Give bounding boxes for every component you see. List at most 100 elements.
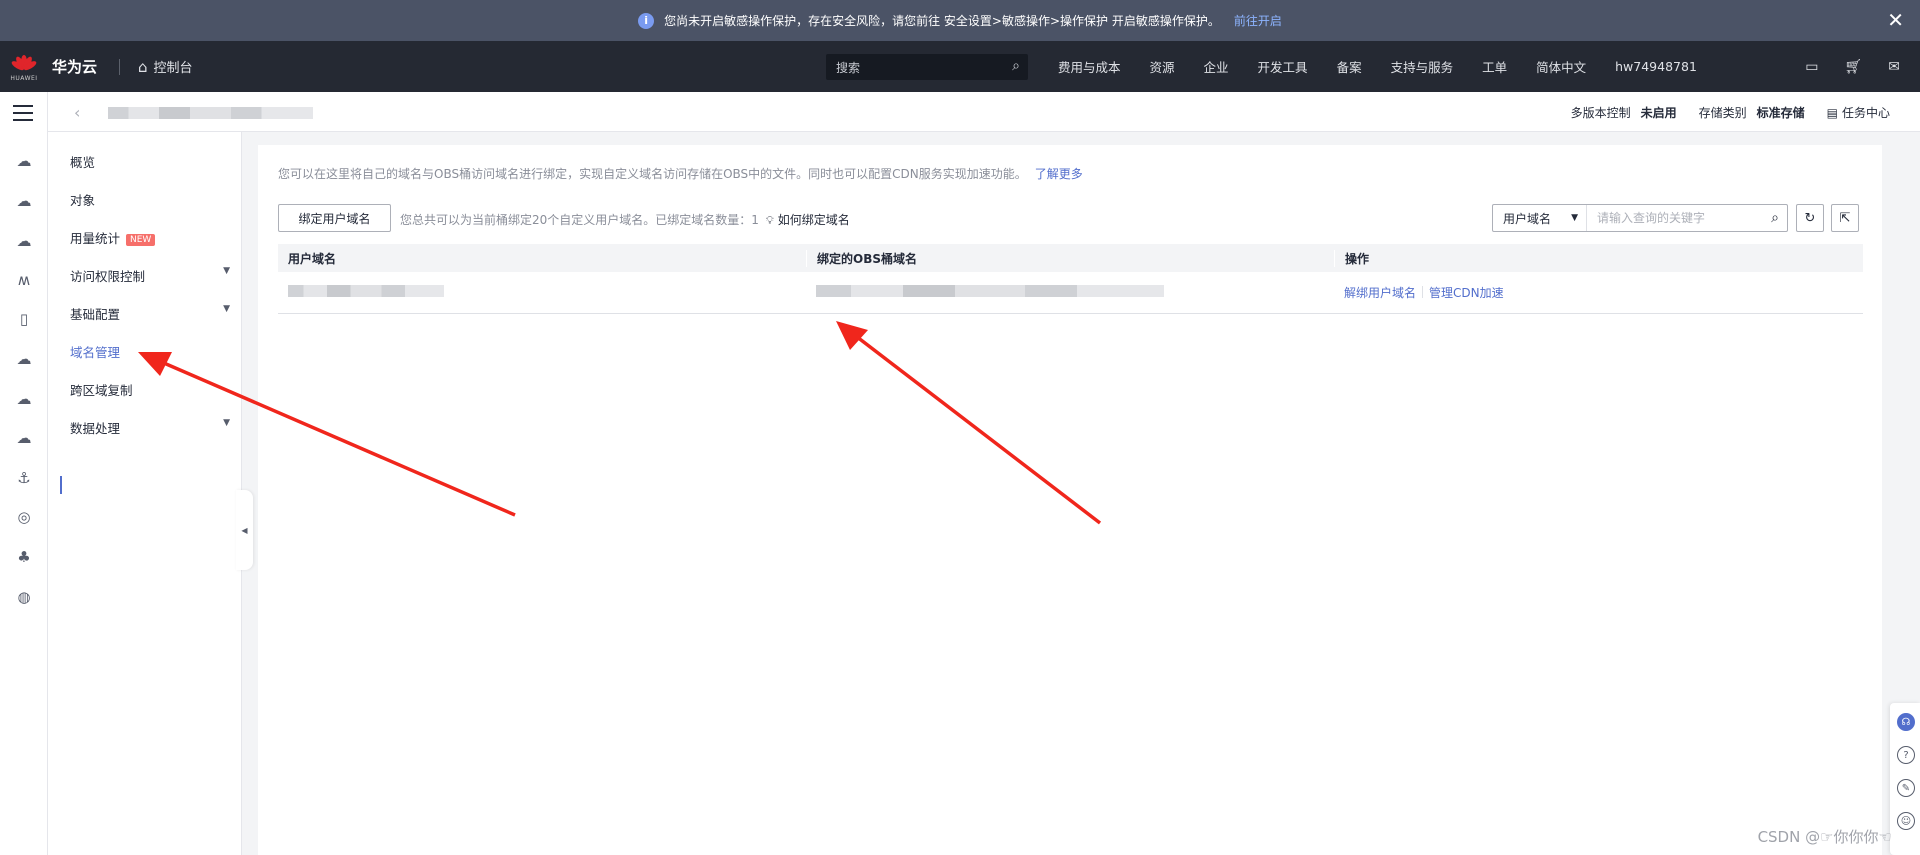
menu-item-data-processing[interactable]: 数据处理 ▼ <box>70 418 230 437</box>
versioning-value: 未启用 <box>1640 106 1677 120</box>
obs-domain-cell <box>806 285 1334 300</box>
feedback-icon[interactable]: ✎ <box>1897 779 1915 797</box>
menu-item-access-control[interactable]: 访问权限控制 ▼ <box>70 266 230 285</box>
chevron-down-icon: ▼ <box>223 266 230 276</box>
keyword-search-input[interactable] <box>1587 211 1757 225</box>
nav-links: 费用与成本 资源 企业 开发工具 备案 支持与服务 工单 简体中文 hw7494… <box>1058 41 1726 92</box>
menu-item-usage[interactable]: 用量统计 NEW <box>70 228 230 247</box>
export-button[interactable]: ⇱ <box>1831 204 1859 232</box>
nav-link-support[interactable]: 支持与服务 <box>1391 57 1454 76</box>
cart-icon[interactable]: 🛒︎ <box>1844 59 1862 75</box>
terminal-icon[interactable]: ▭ <box>1805 59 1818 75</box>
domain-quota-text: 您总共可以为当前桶绑定20个自定义用户域名。已绑定域名数量：1 <box>400 213 759 227</box>
cloud-server-icon[interactable]: ☁ <box>12 192 36 210</box>
brand-name[interactable]: 华为云 <box>52 56 97 77</box>
nav-link-icp[interactable]: 备案 <box>1337 57 1362 76</box>
user-domain-redacted <box>288 285 444 297</box>
storage-class-label: 存储类别 <box>1698 106 1747 120</box>
menu-icon[interactable] <box>13 105 33 126</box>
logo-mark <box>10 51 38 73</box>
chevron-down-icon: ▼ <box>223 418 230 428</box>
versioning-label: 多版本控制 <box>1570 106 1631 120</box>
col-actions: 操作 <box>1334 249 1863 267</box>
collapse-menu-handle[interactable]: ◀ <box>236 490 253 570</box>
back-icon[interactable]: ‹ <box>74 103 80 122</box>
smile-icon[interactable]: ☺ <box>1897 812 1915 830</box>
info-icon: i <box>638 12 655 29</box>
action-separator <box>1422 286 1424 298</box>
globe-icon[interactable]: ◍ <box>12 588 36 606</box>
network-icon[interactable]: ʍ <box>12 271 36 289</box>
domain-search-filter: 用户域名▼ ⌕ <box>1492 204 1788 232</box>
menu-item-basic-config[interactable]: 基础配置 ▼ <box>70 304 230 323</box>
chevron-down-icon: ▼ <box>223 304 230 314</box>
learn-more-link[interactable]: 了解更多 <box>1035 167 1083 181</box>
service-rail: ☁ ☁ ☁ ʍ ▯ ☁ ☁ ☁ ⚓︎ ◎ ♣ ◍ <box>0 92 48 855</box>
home-icon: ⌂ <box>138 57 148 76</box>
menu-item-objects[interactable]: 对象 <box>70 190 230 209</box>
nav-link-enterprise[interactable]: 企业 <box>1204 57 1229 76</box>
anchor-icon[interactable]: ⚓︎ <box>12 469 36 487</box>
domain-management-panel: 您可以在这里将自己的域名与OBS桶访问域名进行绑定，实现自定义域名访问存储在OB… <box>258 145 1882 855</box>
floating-help-tools: ☊ ? ✎ ☺ <box>1890 703 1920 855</box>
csdn-watermark: CSDN @☞你你你☜ <box>1757 828 1892 846</box>
menu-item-cross-region-replication[interactable]: 跨区域复制 <box>70 380 230 399</box>
nav-link-language[interactable]: 简体中文 <box>1536 57 1586 76</box>
cloud-upload-icon[interactable]: ☁ <box>12 390 36 408</box>
nav-link-tickets[interactable]: 工单 <box>1482 57 1507 76</box>
nav-link-resources[interactable]: 资源 <box>1150 57 1175 76</box>
feature-description: 您可以在这里将自己的域名与OBS桶访问域名进行绑定，实现自定义域名访问存储在OB… <box>278 167 1083 181</box>
console-label: 控制台 <box>153 61 193 76</box>
active-indicator <box>60 476 62 494</box>
unbind-domain-link[interactable]: 解绑用户域名 <box>1344 286 1416 300</box>
cloud-service-icon[interactable]: ☁ <box>12 152 36 170</box>
mail-icon[interactable]: ✉ <box>1888 59 1900 75</box>
obs-cloud-icon[interactable]: ☁ <box>12 350 36 368</box>
notice-text: 您尚未开启敏感操作保护，存在安全风险，请您前往 安全设置>敏感操作>操作保护 开… <box>664 14 1220 28</box>
search-icon[interactable]: ⌕ <box>1012 58 1020 74</box>
actions-cell: 解绑用户域名 管理CDN加速 <box>1334 284 1863 301</box>
cluster-icon[interactable]: ♣ <box>12 548 36 566</box>
logo-word: HUAWEI <box>10 75 38 82</box>
how-to-bind-link[interactable]: 💡︎ 如何绑定域名 <box>766 211 850 228</box>
menu-item-overview[interactable]: 概览 <box>70 152 230 171</box>
nav-link-billing[interactable]: 费用与成本 <box>1058 57 1121 76</box>
col-user-domain: 用户域名 <box>288 251 337 266</box>
caret-down-icon: ▼ <box>1571 213 1578 223</box>
global-search-input[interactable]: 搜索 ⌕ <box>826 54 1028 80</box>
user-domain-cell <box>278 285 806 300</box>
task-center-link[interactable]: ▤ 任务中心 <box>1827 104 1890 121</box>
cloud-sync-icon[interactable]: ☁ <box>12 429 36 447</box>
table-row: 解绑用户域名 管理CDN加速 <box>278 272 1863 314</box>
new-badge: NEW <box>126 234 156 246</box>
search-icon[interactable]: ⌕ <box>1771 210 1779 226</box>
console-link[interactable]: ⌂ 控制台 <box>138 57 193 77</box>
menu-item-domain-management[interactable]: 域名管理 <box>70 342 230 361</box>
filter-field-select[interactable]: 用户域名 ▼ <box>1493 205 1587 231</box>
task-center-label: 任务中心 <box>1841 106 1890 120</box>
search-placeholder: 搜索 <box>836 60 861 75</box>
nav-icons: ▭ 🛒︎ ✉ <box>1805 41 1900 92</box>
storage-class-value: 标准存储 <box>1756 106 1805 120</box>
col-obs-bucket-domain: 绑定的OBS桶域名 <box>806 249 1334 267</box>
huawei-logo[interactable]: HUAWEI <box>0 41 48 92</box>
close-icon[interactable]: ✕ <box>1887 10 1904 30</box>
bucket-meta: 多版本控制 未启用 存储类别 标准存储 ▤ 任务中心 <box>1571 104 1890 121</box>
nav-user-account[interactable]: hw74948781 <box>1615 59 1697 74</box>
customer-service-icon[interactable]: ☊ <box>1897 713 1915 731</box>
lightbulb-icon: 💡︎ <box>766 214 774 227</box>
help-icon[interactable]: ? <box>1897 746 1915 764</box>
enable-protection-link[interactable]: 前往开启 <box>1234 12 1282 29</box>
security-notice-banner: i 您尚未开启敏感操作保护，存在安全风险，请您前往 安全设置>敏感操作>操作保护… <box>0 0 1920 41</box>
manage-cdn-link[interactable]: 管理CDN加速 <box>1429 286 1504 300</box>
refresh-button[interactable]: ↻ <box>1796 204 1824 232</box>
database-icon[interactable]: ▯ <box>12 310 36 328</box>
bind-user-domain-button[interactable]: 绑定用户域名 <box>278 204 391 232</box>
bucket-name-redacted <box>108 107 313 119</box>
domain-table: 用户域名 绑定的OBS桶域名 操作 解绑用户域名 管理CDN加速 <box>278 244 1863 314</box>
top-navigation: HUAWEI 华为云 ⌂ 控制台 搜索 ⌕ 费用与成本 资源 企业 开发工具 备… <box>0 41 1920 92</box>
cloud-disk-icon[interactable]: ☁ <box>12 232 36 250</box>
ip-icon[interactable]: ◎ <box>12 508 36 526</box>
nav-link-devtools[interactable]: 开发工具 <box>1258 57 1308 76</box>
obs-domain-redacted <box>816 285 1164 297</box>
